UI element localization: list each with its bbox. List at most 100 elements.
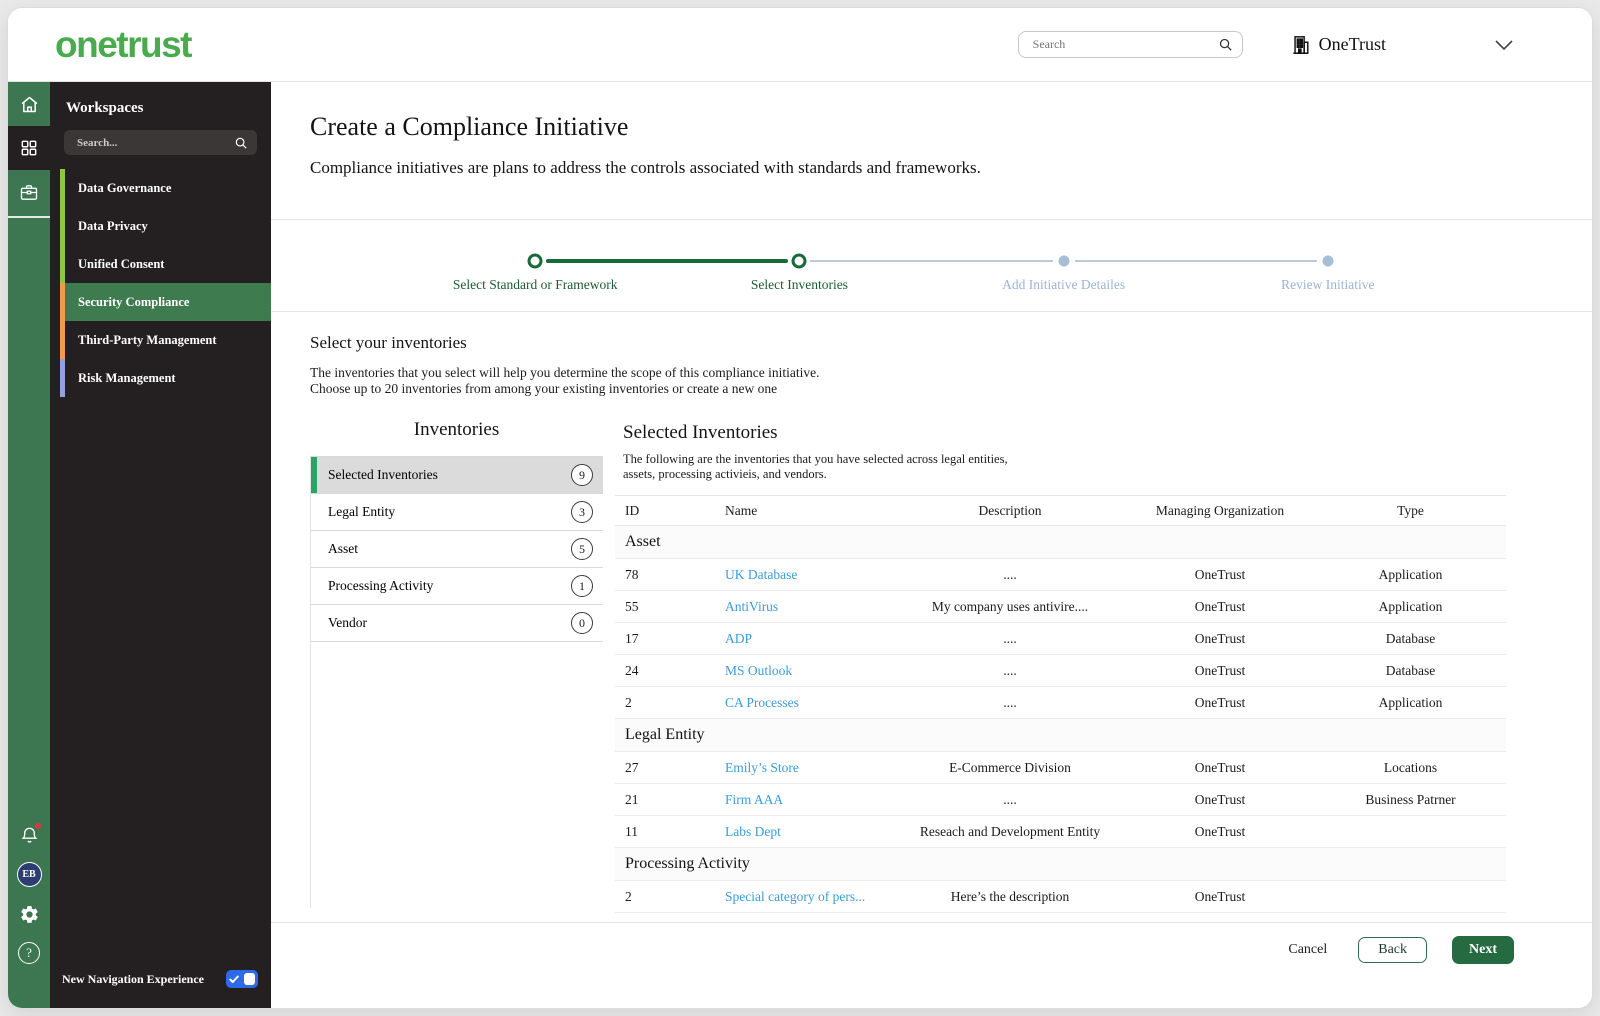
group-row-asset: Asset xyxy=(615,525,1506,559)
workspace-accent-bar xyxy=(60,283,65,321)
inventory-link[interactable]: UK Database xyxy=(725,558,895,591)
back-button[interactable]: Back xyxy=(1358,936,1427,963)
toggle-knob xyxy=(244,973,255,985)
column-header-description: Description xyxy=(895,495,1125,526)
next-button[interactable]: Next xyxy=(1452,935,1514,964)
onetrust-logo: onetrust xyxy=(55,24,193,65)
org-selector[interactable]: OneTrust xyxy=(1291,34,1386,55)
user-avatar[interactable]: EB xyxy=(16,862,42,887)
icon-rail: EB ? xyxy=(8,82,50,1008)
inventory-link[interactable]: Special category of pers... xyxy=(725,880,895,913)
inventories-column: Inventories Selected Inventories 9 Legal E… xyxy=(310,419,615,913)
inventory-tab-legal-entity[interactable]: Legal Entity 3 xyxy=(311,494,603,531)
sidebar-item-label: Data Governance xyxy=(78,180,172,195)
selected-inventories-column: Selected Inventories The following are t… xyxy=(615,419,1592,913)
inventory-link[interactable]: Labs Dept xyxy=(725,815,895,848)
step-label: Add Initiative Detailes xyxy=(1002,277,1126,292)
help-button[interactable]: ? xyxy=(18,942,40,964)
workspace-accent-bar xyxy=(60,207,65,245)
chevron-down-icon[interactable] xyxy=(1494,39,1514,51)
table-row: 2 CA Processes.... OneTrust Application xyxy=(615,686,1506,719)
inventory-link[interactable]: Emily’s Store xyxy=(725,751,895,784)
inventory-link[interactable]: Firm AAA xyxy=(725,783,895,816)
cell-id: 21 xyxy=(615,783,725,816)
inventory-tab-processing-activity[interactable]: Processing Activity 1 xyxy=(311,568,603,605)
global-search-input[interactable] xyxy=(1030,36,1218,53)
global-search[interactable] xyxy=(1017,31,1243,58)
inventory-count-badge: 0 xyxy=(571,612,593,634)
grid-icon xyxy=(19,138,39,158)
column-header-name: Name xyxy=(725,495,895,526)
inventory-tab-vendor[interactable]: Vendor 0 xyxy=(311,605,603,642)
sidebar-item-label: Risk Management xyxy=(78,370,176,385)
selected-indicator-bar xyxy=(311,457,317,493)
cell-id: 55 xyxy=(615,590,725,623)
workspace-search[interactable] xyxy=(64,130,257,155)
inventory-link[interactable]: MS Outlook xyxy=(725,654,895,687)
cell-description: E-Commerce Division xyxy=(895,751,1125,784)
step-label: Select Standard or Framework xyxy=(452,277,618,292)
cell-managing-organization: OneTrust xyxy=(1125,783,1315,816)
workspaces-panel: Workspaces Data Governance Data Privacy Un… xyxy=(50,82,271,1008)
step-circle-1 xyxy=(527,253,543,269)
workspace-search-input[interactable] xyxy=(75,135,234,150)
group-row-legal-entity: Legal Entity xyxy=(615,718,1506,752)
notification-badge xyxy=(34,823,41,829)
top-header: onetrust OneTrust xyxy=(8,8,1592,82)
sidebar-item-data-governance[interactable]: Data Governance xyxy=(50,169,271,207)
cell-id: 2 xyxy=(615,880,725,913)
new-nav-toggle[interactable] xyxy=(226,970,258,988)
sidebar-item-third-party-management[interactable]: Third-Party Management xyxy=(50,321,271,359)
home-icon xyxy=(19,94,40,115)
cell-type: Database xyxy=(1315,622,1506,655)
table-row: 55 AntiVirus My company uses antivire.... O… xyxy=(615,590,1506,623)
cell-id: 11 xyxy=(615,815,725,848)
notifications-button[interactable] xyxy=(20,823,41,845)
inventory-tab-asset[interactable]: Asset 5 xyxy=(311,531,603,568)
question-icon: ? xyxy=(26,945,32,960)
settings-button[interactable] xyxy=(19,904,40,925)
footer-spacer xyxy=(271,976,1592,1008)
sidebar-item-label: Third-Party Management xyxy=(78,332,217,347)
cell-managing-organization: OneTrust xyxy=(1125,590,1315,623)
search-icon xyxy=(234,136,248,150)
inventory-tab-selected-inventories[interactable]: Selected Inventories 9 xyxy=(311,457,603,494)
workspaces-nav-button[interactable] xyxy=(8,126,50,170)
cell-description: .... xyxy=(895,622,1125,655)
inventory-count-badge: 5 xyxy=(571,538,593,560)
cell-type: Business Patrner xyxy=(1315,783,1506,816)
sidebar-item-data-privacy[interactable]: Data Privacy xyxy=(50,207,271,245)
inventory-link[interactable]: AntiVirus xyxy=(725,590,895,623)
step-circle-2 xyxy=(791,253,807,269)
sidebar-item-unified-consent[interactable]: Unified Consent xyxy=(50,245,271,283)
sidebar-item-security-compliance[interactable]: Security Compliance xyxy=(50,283,271,321)
sidebar-item-risk-management[interactable]: Risk Management xyxy=(50,359,271,397)
page-title: Create a Compliance Initiative xyxy=(310,112,629,141)
inventories-title: Inventories xyxy=(413,419,500,440)
cell-description: Reseach and Development Entity xyxy=(895,815,1125,848)
workspaces-title: Workspaces xyxy=(66,100,144,116)
sidebar-item-label: Unified Consent xyxy=(78,256,165,271)
workspace-accent-bar xyxy=(60,321,65,359)
cell-type: Database xyxy=(1315,654,1506,687)
group-row-processing-activity: Processing Activity xyxy=(615,847,1506,881)
cell-description: .... xyxy=(895,654,1125,687)
header-right: OneTrust xyxy=(1017,31,1514,58)
home-nav-button[interactable] xyxy=(8,82,50,126)
cell-id: 2 xyxy=(615,686,725,719)
panel-footer: New Navigation Experience xyxy=(50,950,271,1008)
inventory-link[interactable]: CA Processes xyxy=(725,686,895,719)
projects-nav-button[interactable] xyxy=(8,170,50,214)
gear-icon xyxy=(19,904,40,925)
cell-id: 78 xyxy=(615,558,725,591)
inventory-count-badge: 1 xyxy=(571,575,593,597)
inventory-count-badge: 9 xyxy=(571,464,593,486)
cancel-button[interactable]: Cancel xyxy=(1282,941,1333,959)
app-window: onetrust OneTrust xyxy=(8,8,1592,1008)
cell-type: Locations xyxy=(1315,751,1506,784)
inventory-link[interactable]: ADP xyxy=(725,622,895,655)
cell-id: 27 xyxy=(615,751,725,784)
org-name: OneTrust xyxy=(1318,34,1386,54)
sidebar-item-label: Security Compliance xyxy=(65,283,271,321)
main-content: Create a Compliance Initiative Complianc… xyxy=(271,82,1592,1008)
